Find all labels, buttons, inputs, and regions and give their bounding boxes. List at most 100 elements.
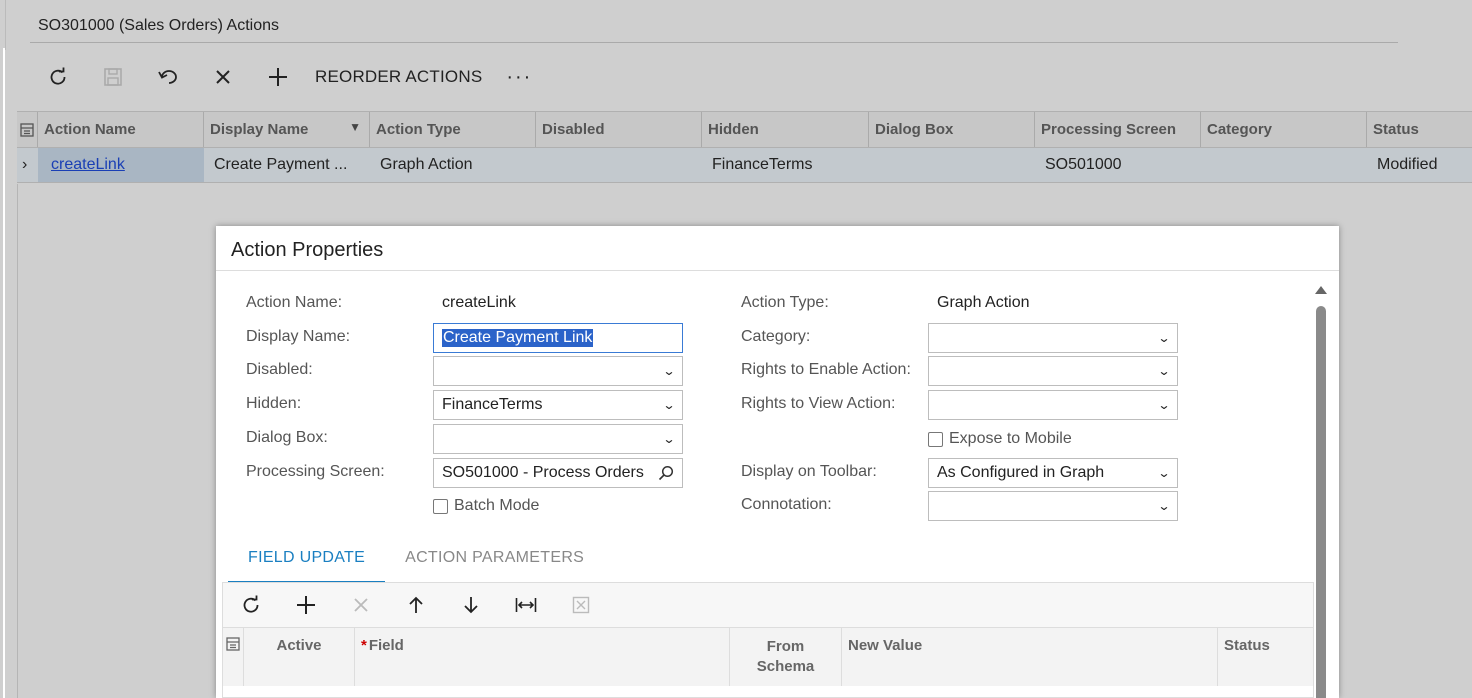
- col-active[interactable]: Active: [244, 628, 355, 686]
- fit-width-icon: [515, 598, 536, 612]
- display-name-label: Display Name:: [246, 328, 351, 345]
- chevron-down-icon: ⌄: [1157, 331, 1171, 345]
- refresh-button[interactable]: [30, 59, 85, 95]
- fit-columns-button[interactable]: [498, 596, 553, 614]
- batch-mode-label: Batch Mode: [454, 497, 540, 514]
- processing-screen-selector[interactable]: SO501000 - Process Orders: [433, 458, 683, 488]
- disabled-label: Disabled:: [246, 361, 313, 378]
- chevron-down-icon: ⌄: [1157, 499, 1171, 513]
- left-edge-panel: [0, 0, 8, 698]
- undo-button[interactable]: [140, 59, 195, 95]
- delete-button[interactable]: [195, 59, 250, 95]
- col-action-name[interactable]: Action Name: [38, 112, 204, 147]
- hidden-label: Hidden:: [246, 395, 302, 412]
- col-from-schema-line1: From: [766, 638, 805, 655]
- connotation-label: Connotation:: [741, 496, 832, 513]
- chevron-down-icon: ⌄: [1157, 364, 1171, 378]
- action-properties-dialog: Action Properties Action Name: createLin…: [216, 226, 1339, 698]
- chevron-down-icon: ⌄: [662, 398, 676, 412]
- scroll-up-icon[interactable]: [1315, 286, 1327, 294]
- arrow-down-icon: [463, 597, 478, 614]
- action-type-value: Graph Action: [937, 294, 1030, 311]
- plus-icon: [296, 596, 315, 614]
- col-category[interactable]: Category: [1201, 112, 1367, 147]
- grid-header: Action Name Display Name ▼ Action Type D…: [17, 111, 1472, 148]
- tab-action-parameters[interactable]: ACTION PARAMETERS: [385, 546, 604, 584]
- display-name-input[interactable]: Create Payment Link: [433, 323, 683, 353]
- action-name-link[interactable]: createLink: [38, 148, 204, 182]
- sub-refresh-button[interactable]: [223, 595, 278, 615]
- category-label: Category:: [741, 328, 811, 345]
- add-button[interactable]: [250, 59, 305, 95]
- col-dialog-box[interactable]: Dialog Box: [869, 112, 1035, 147]
- arrow-up-icon: [408, 596, 423, 613]
- field-update-header: Active * Field From Schema New Value Stat…: [223, 628, 1313, 686]
- cell-dialog-box: [869, 148, 1035, 182]
- dialog-scrollbar[interactable]: [1314, 282, 1328, 698]
- reorder-actions-button[interactable]: REORDER ACTIONS: [305, 67, 496, 87]
- col-from-schema[interactable]: From Schema: [730, 628, 842, 686]
- filter-icon[interactable]: ▼: [349, 120, 361, 134]
- dialog-box-select[interactable]: ⌄: [433, 424, 683, 454]
- rights-enable-label: Rights to Enable Action:: [741, 361, 911, 378]
- expose-mobile-checkbox[interactable]: Expose to Mobile: [928, 430, 1072, 448]
- disabled-select[interactable]: ⌄: [433, 356, 683, 386]
- batch-mode-checkbox[interactable]: Batch Mode: [433, 497, 539, 515]
- rights-enable-select[interactable]: ⌄: [928, 356, 1178, 386]
- col-sub-status[interactable]: Status: [1218, 628, 1313, 686]
- connotation-select[interactable]: ⌄: [928, 491, 1178, 521]
- scroll-thumb[interactable]: [1316, 306, 1326, 698]
- action-type-label: Action Type:: [741, 294, 829, 311]
- expose-mobile-box[interactable]: [928, 431, 943, 447]
- field-update-toolbar: [223, 583, 1313, 628]
- col-action-type[interactable]: Action Type: [370, 112, 536, 147]
- chevron-down-icon: ⌄: [662, 364, 676, 378]
- dialog-title: Action Properties: [216, 226, 1339, 271]
- actions-grid: Action Name Display Name ▼ Action Type D…: [17, 111, 1472, 183]
- batch-mode-box[interactable]: [433, 498, 448, 514]
- col-processing-screen[interactable]: Processing Screen: [1035, 112, 1201, 147]
- display-name-value: Create Payment Link: [442, 329, 594, 347]
- cell-processing-screen: SO501000: [1045, 156, 1122, 173]
- tab-field-update[interactable]: FIELD UPDATE: [228, 546, 386, 584]
- export-excel-button[interactable]: [553, 596, 608, 614]
- action-name-label: Action Name:: [246, 294, 343, 311]
- move-down-button[interactable]: [443, 596, 498, 614]
- cell-display-name: Create Payment ...: [214, 156, 348, 173]
- hidden-select[interactable]: FinanceTerms ⌄: [433, 390, 683, 420]
- sub-delete-button[interactable]: [333, 596, 388, 614]
- processing-screen-value: SO501000 - Process Orders: [442, 464, 644, 481]
- move-up-button[interactable]: [388, 596, 443, 614]
- col-from-schema-line2: Schema: [756, 658, 815, 675]
- main-toolbar: REORDER ACTIONS ···: [30, 58, 542, 96]
- search-icon[interactable]: [658, 465, 674, 481]
- col-status[interactable]: Status: [1367, 112, 1472, 147]
- more-menu-button[interactable]: ···: [496, 66, 542, 89]
- col-field-label: Field: [368, 637, 404, 654]
- cell-status: Modified: [1377, 156, 1438, 173]
- rights-view-label: Rights to View Action:: [741, 395, 896, 412]
- category-select[interactable]: ⌄: [928, 323, 1178, 353]
- table-row[interactable]: › createLink Create Payment ... Graph Ac…: [17, 148, 1472, 183]
- col-disabled[interactable]: Disabled: [536, 112, 702, 147]
- col-hidden[interactable]: Hidden: [702, 112, 869, 147]
- grid-settings-icon[interactable]: [17, 112, 38, 147]
- sub-add-button[interactable]: [278, 595, 333, 615]
- hidden-value: FinanceTerms: [442, 396, 543, 413]
- processing-screen-label: Processing Screen:: [246, 463, 385, 480]
- chevron-down-icon: ⌄: [1157, 466, 1171, 480]
- col-display-name[interactable]: Display Name ▼: [204, 112, 370, 147]
- col-new-value[interactable]: New Value: [842, 628, 1218, 686]
- save-button[interactable]: [85, 59, 140, 95]
- display-toolbar-select[interactable]: As Configured in Graph ⌄: [928, 458, 1178, 488]
- rights-view-select[interactable]: ⌄: [928, 390, 1178, 420]
- field-update-grid: Active * Field From Schema New Value Stat…: [222, 582, 1314, 698]
- screen-title: SO301000 (Sales Orders) Actions: [38, 17, 280, 34]
- row-expand-icon[interactable]: ›: [17, 148, 38, 182]
- display-toolbar-label: Display on Toolbar:: [741, 463, 877, 480]
- chevron-down-icon: ⌄: [662, 432, 676, 446]
- sub-grid-settings-icon[interactable]: [223, 628, 244, 686]
- cell-action-type: Graph Action: [380, 156, 473, 173]
- col-field[interactable]: * Field: [355, 628, 730, 686]
- refresh-icon: [50, 67, 65, 85]
